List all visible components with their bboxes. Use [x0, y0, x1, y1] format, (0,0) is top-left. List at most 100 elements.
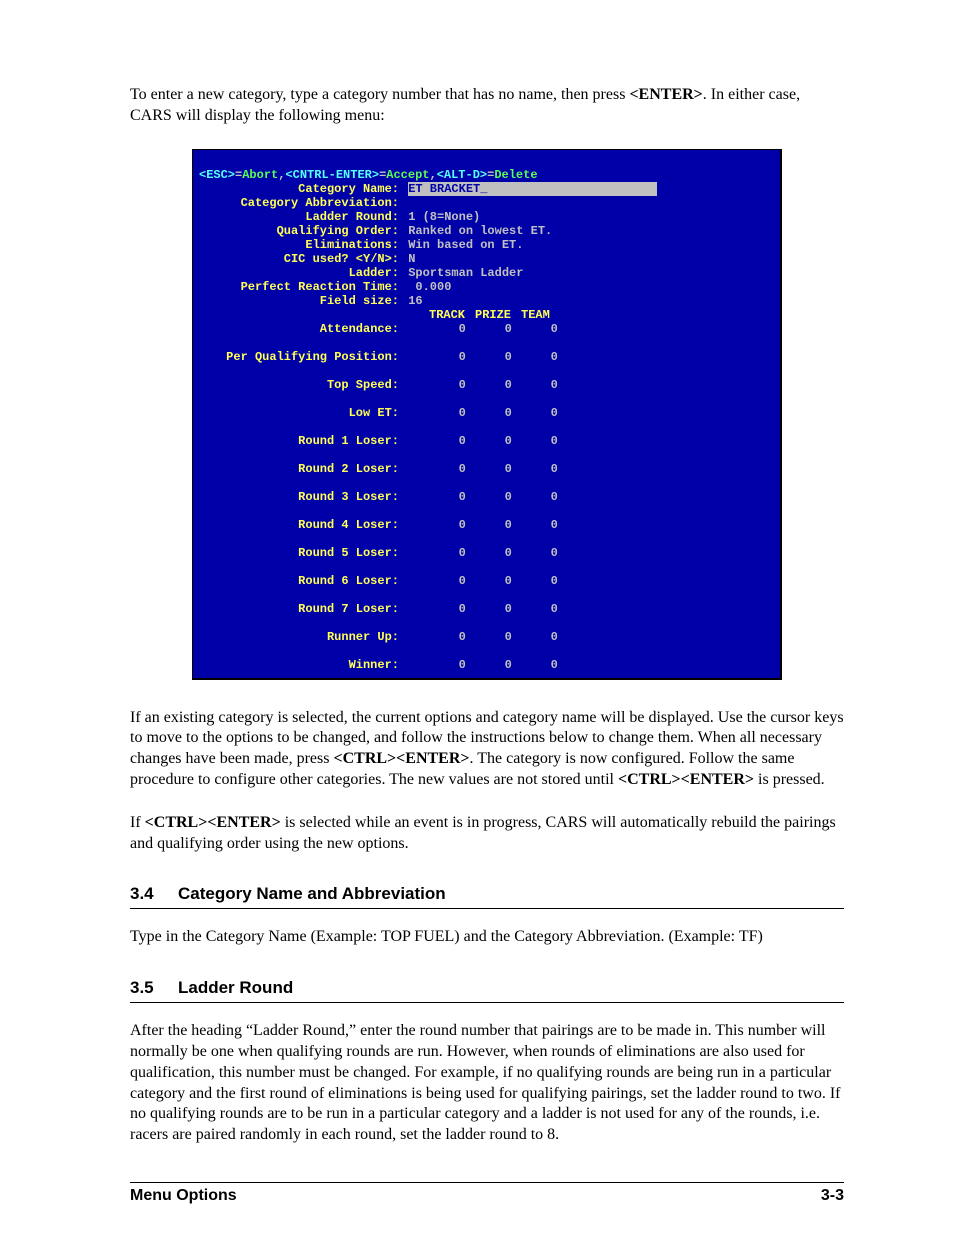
footer-right: 3-3	[821, 1187, 844, 1205]
term-row: Round 1 Loser: 000	[199, 434, 772, 448]
term-row-team: 0	[551, 490, 597, 504]
terminal-screenshot: <ESC>=Abort,<CNTRL-ENTER>=Accept,<ALT-D>…	[192, 149, 782, 680]
term-row: Round 3 Loser: 000	[199, 490, 772, 504]
page: To enter a new category, type a category…	[0, 0, 954, 1235]
term-row: Runner Up: 000	[199, 630, 772, 644]
term-row-team: 0	[551, 378, 597, 392]
term-row-label: Top Speed:	[199, 378, 401, 392]
col-prize: PRIZE	[475, 308, 521, 322]
term-row-prize: 0	[505, 322, 551, 336]
term-row: Round 7 Loser: 000	[199, 602, 772, 616]
intro-paragraph: To enter a new category, type a category…	[130, 85, 844, 127]
term-row-prize: 0	[505, 378, 551, 392]
val-cic: N	[408, 252, 415, 266]
lbl-ladder: Ladder:	[199, 266, 401, 280]
term-row-label: Low ET:	[199, 406, 401, 420]
term-ad-act: Delete	[494, 168, 537, 182]
term-row: Per Qualifying Position: 000	[199, 350, 772, 364]
val-category-name: ET BRACKET_	[408, 182, 657, 196]
val-ladder-round: 1 (8=None)	[408, 210, 480, 224]
term-row-team: 0	[551, 434, 597, 448]
term-row-label: Round 3 Loser:	[199, 490, 401, 504]
sec35-title: Ladder Round	[178, 978, 293, 997]
term-esc-act: Abort	[242, 168, 278, 182]
sec34-title: Category Name and Abbreviation	[178, 884, 446, 903]
term-row-team: 0	[551, 658, 597, 672]
paragraph-rebuild: If <CTRL><ENTER> is selected while an ev…	[130, 813, 844, 855]
term-row-team: 0	[551, 322, 597, 336]
term-rows: Attendance: 000 Per Qualifying Position:…	[199, 322, 772, 672]
paragraph-3-4: Type in the Category Name (Example: TOP …	[130, 927, 844, 948]
term-row-label: Attendance:	[199, 322, 401, 336]
val-field-size: 16	[408, 294, 422, 308]
term-row-label: Runner Up:	[199, 630, 401, 644]
term-row-prize: 0	[505, 350, 551, 364]
lbl-category-name: Category Name:	[199, 182, 401, 196]
term-row-prize: 0	[505, 490, 551, 504]
section-heading-3-4: 3.4Category Name and Abbreviation	[130, 884, 844, 909]
term-row-track: 0	[459, 350, 505, 364]
lbl-prt: Perfect Reaction Time:	[199, 280, 401, 294]
term-row-team: 0	[551, 546, 597, 560]
term-row-team: 0	[551, 406, 597, 420]
val-qual-order: Ranked on lowest ET.	[408, 224, 552, 238]
col-team: TEAM	[521, 308, 567, 322]
term-row-label: Round 2 Loser:	[199, 462, 401, 476]
p3-k1: <CTRL><ENTER>	[145, 814, 281, 831]
p2-k2: <CTRL><ENTER>	[618, 771, 754, 788]
term-row-prize: 0	[505, 574, 551, 588]
paragraph-3-5: After the heading “Ladder Round,” enter …	[130, 1021, 844, 1146]
term-row: Attendance: 000	[199, 322, 772, 336]
term-row-track: 0	[459, 546, 505, 560]
term-row: Round 2 Loser: 000	[199, 462, 772, 476]
paragraph-existing-category: If an existing category is selected, the…	[130, 708, 844, 791]
page-footer: Menu Options 3-3	[130, 1182, 844, 1205]
term-row-label: Per Qualifying Position:	[199, 350, 401, 364]
term-row-track: 0	[459, 602, 505, 616]
term-row-track: 0	[459, 658, 505, 672]
val-ladder: Sportsman Ladder	[408, 266, 523, 280]
term-row-track: 0	[459, 518, 505, 532]
term-row-prize: 0	[505, 658, 551, 672]
term-row-label: Round 7 Loser:	[199, 602, 401, 616]
term-row-prize: 0	[505, 406, 551, 420]
lbl-qual-order: Qualifying Order:	[199, 224, 401, 238]
lbl-cic: CIC used? <Y/N>:	[199, 252, 401, 266]
intro-text-before: To enter a new category, type a category…	[130, 86, 629, 103]
lbl-elim: Eliminations:	[199, 238, 401, 252]
term-row-track: 0	[459, 434, 505, 448]
intro-key-enter: <ENTER>	[629, 86, 702, 103]
term-row: Top Speed: 000	[199, 378, 772, 392]
term-ad-key: <ALT-D>	[437, 168, 487, 182]
lbl-field-size: Field size:	[199, 294, 401, 308]
sec34-num: 3.4	[130, 884, 178, 904]
term-row: Round 5 Loser: 000	[199, 546, 772, 560]
term-esc-key: <ESC>	[199, 168, 235, 182]
term-row-team: 0	[551, 518, 597, 532]
term-sep2: ,	[429, 168, 436, 182]
term-row-prize: 0	[505, 434, 551, 448]
lbl-ladder-round: Ladder Round:	[199, 210, 401, 224]
term-row-label: Winner:	[199, 658, 401, 672]
terminal-screen: <ESC>=Abort,<CNTRL-ENTER>=Accept,<ALT-D>…	[192, 149, 782, 680]
term-ce-act: Accept	[386, 168, 429, 182]
term-row-label: Round 5 Loser:	[199, 546, 401, 560]
term-row-prize: 0	[505, 462, 551, 476]
p2-c: is pressed.	[754, 771, 825, 788]
footer-left: Menu Options	[130, 1187, 237, 1205]
term-row-track: 0	[459, 574, 505, 588]
val-elim: Win based on ET.	[408, 238, 523, 252]
sec35-num: 3.5	[130, 978, 178, 998]
term-row-label: Round 1 Loser:	[199, 434, 401, 448]
term-row-track: 0	[459, 490, 505, 504]
term-row: Round 6 Loser: 000	[199, 574, 772, 588]
term-row-prize: 0	[505, 518, 551, 532]
term-row-label: Round 6 Loser:	[199, 574, 401, 588]
term-row: Round 4 Loser: 000	[199, 518, 772, 532]
term-row-track: 0	[459, 378, 505, 392]
term-row-track: 0	[459, 462, 505, 476]
term-row-team: 0	[551, 350, 597, 364]
term-row-label: Round 4 Loser:	[199, 518, 401, 532]
term-row-team: 0	[551, 630, 597, 644]
term-row: Low ET: 000	[199, 406, 772, 420]
